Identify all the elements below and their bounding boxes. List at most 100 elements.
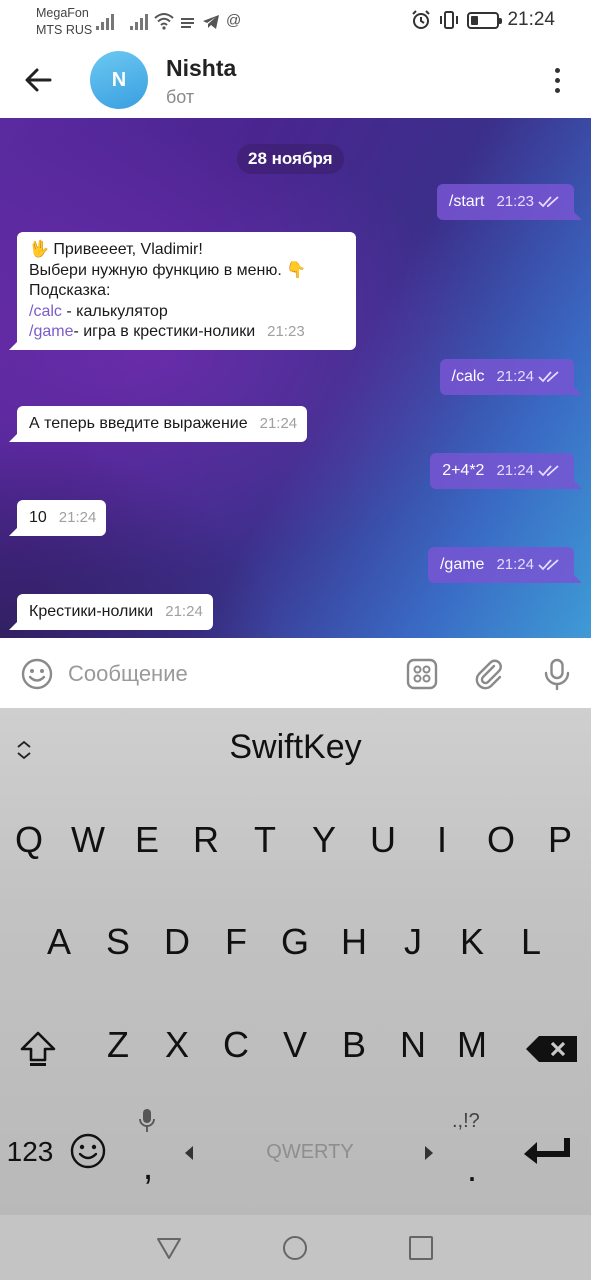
more-menu-icon[interactable]	[545, 64, 569, 96]
chat-history[interactable]: 28 ноября /start 21:23 🖖 Привеееет, Vlad…	[0, 118, 591, 638]
microphone-icon[interactable]	[540, 657, 574, 691]
message-time: 21:24	[165, 603, 203, 620]
key-l[interactable]: L	[503, 907, 559, 977]
key-v[interactable]: V	[267, 1010, 323, 1080]
voice-input-hint-icon	[139, 1109, 155, 1132]
key-x[interactable]: X	[149, 1010, 205, 1080]
message-text: /start	[448, 193, 485, 210]
period-key[interactable]: .	[444, 1134, 500, 1204]
message-time: 21:24	[58, 509, 97, 526]
message-time: 21:23	[496, 193, 534, 210]
numbers-key[interactable]: 123	[2, 1117, 58, 1187]
backspace-key[interactable]	[525, 1034, 579, 1064]
calc-description: - калькулятор	[61, 302, 168, 320]
wifi-icon	[154, 13, 174, 30]
emoji-icon[interactable]	[20, 657, 54, 691]
cursor-right-icon[interactable]	[423, 1145, 435, 1161]
key-d[interactable]: D	[149, 907, 205, 977]
hint-game-line: /game - игра в крестики-нолики 21:23	[29, 322, 346, 343]
key-i[interactable]: I	[414, 805, 470, 875]
cursor-left-icon[interactable]	[183, 1145, 195, 1161]
key-j[interactable]: J	[385, 907, 441, 977]
punctuation-hint: .,!?	[452, 1110, 480, 1132]
double-check-icon	[538, 559, 559, 571]
key-p[interactable]: P	[532, 805, 588, 875]
carrier-2: MTS RUS	[36, 23, 93, 37]
key-o[interactable]: O	[473, 805, 529, 875]
shift-key[interactable]	[18, 1028, 58, 1068]
incoming-message-enter-expression[interactable]: А теперь введите выражение 21:24	[8, 406, 308, 442]
chat-header: N Nishta бот	[0, 42, 591, 118]
outgoing-message-calc[interactable]: /calc 21:24	[439, 359, 583, 395]
date-separator: 28 ноября	[237, 144, 344, 174]
chat-title[interactable]: Nishta	[166, 55, 236, 82]
incoming-message-result[interactable]: 10 21:24	[8, 500, 107, 536]
outgoing-message-game[interactable]: /game 21:24	[427, 547, 583, 583]
message-text: 10	[29, 509, 47, 526]
incoming-message-tictactoe[interactable]: Крестики-нолики 21:24	[9, 594, 213, 630]
nav-recents-icon[interactable]	[406, 1233, 436, 1263]
outgoing-message-start[interactable]: /start 21:23	[436, 184, 583, 220]
carrier-names: MegaFon MTS RUS	[36, 5, 92, 39]
key-s[interactable]: S	[90, 907, 146, 977]
key-n[interactable]: N	[385, 1010, 441, 1080]
message-time: 21:24	[496, 368, 534, 385]
welcome-line-3: Подсказка:	[29, 282, 111, 299]
message-time: 21:24	[496, 556, 534, 573]
key-f[interactable]: F	[208, 907, 264, 977]
key-z[interactable]: Z	[90, 1010, 146, 1080]
message-text: /game	[439, 556, 485, 573]
key-e[interactable]: E	[119, 805, 175, 875]
hint-calc-line: /calc - калькулятор	[29, 302, 346, 323]
at-sign-icon: @	[226, 12, 242, 29]
chat-subtitle: бот	[166, 87, 195, 107]
keyboard-emoji-key[interactable]	[69, 1132, 107, 1170]
message-time: 21:23	[267, 323, 305, 340]
signal-1-icon	[96, 12, 114, 30]
message-text: /calc	[451, 368, 485, 385]
key-k[interactable]: K	[444, 907, 500, 977]
attach-paperclip-icon[interactable]	[472, 657, 506, 691]
welcome-line-2: Выбери нужную функцию в меню. 👇	[29, 261, 307, 279]
enter-key[interactable]	[521, 1136, 573, 1166]
key-q[interactable]: Q	[1, 805, 57, 875]
keyboard-brand: SwiftKey	[229, 728, 362, 766]
game-command-link[interactable]: /game	[29, 322, 73, 343]
message-time: 21:24	[496, 462, 534, 479]
back-arrow-icon[interactable]	[20, 62, 56, 98]
key-h[interactable]: H	[326, 907, 382, 977]
key-y[interactable]: Y	[296, 805, 352, 875]
battery-icon	[467, 11, 503, 29]
status-bar: MegaFon MTS RUS @ 21:24	[0, 0, 591, 42]
space-key[interactable]: QWERTY	[210, 1117, 410, 1187]
telegram-icon	[203, 15, 219, 29]
nav-back-icon[interactable]	[154, 1233, 184, 1263]
signal-2-icon	[130, 12, 148, 30]
key-w[interactable]: W	[60, 805, 116, 875]
bot-commands-icon[interactable]	[405, 657, 439, 691]
status-time: 21:24	[507, 9, 555, 30]
nav-home-icon[interactable]	[280, 1233, 310, 1263]
key-c[interactable]: C	[208, 1010, 264, 1080]
message-time: 21:24	[259, 415, 298, 432]
key-u[interactable]: U	[355, 805, 411, 875]
key-g[interactable]: G	[267, 907, 323, 977]
key-m[interactable]: M	[444, 1010, 500, 1080]
double-check-icon	[538, 371, 559, 383]
message-input[interactable]	[68, 656, 388, 692]
bot-avatar[interactable]: N	[90, 51, 148, 109]
incoming-message-welcome[interactable]: 🖖 Привеееет, Vladimir! Выбери нужную фун…	[9, 232, 356, 350]
calc-command-link[interactable]: /calc	[29, 303, 62, 320]
alarm-icon	[412, 10, 431, 29]
notification-lines-icon	[181, 18, 194, 28]
status-icons-right: 21:24	[411, 9, 555, 31]
outgoing-message-expression[interactable]: 2+4*2 21:24	[430, 453, 582, 489]
key-a[interactable]: A	[31, 907, 87, 977]
double-check-icon	[538, 196, 559, 208]
message-text: 2+4*2	[442, 462, 485, 479]
key-r[interactable]: R	[178, 805, 234, 875]
key-t[interactable]: T	[237, 805, 293, 875]
comma-key[interactable]: ,	[120, 1132, 176, 1202]
key-b[interactable]: B	[326, 1010, 382, 1080]
status-icons-left: @	[96, 10, 241, 30]
